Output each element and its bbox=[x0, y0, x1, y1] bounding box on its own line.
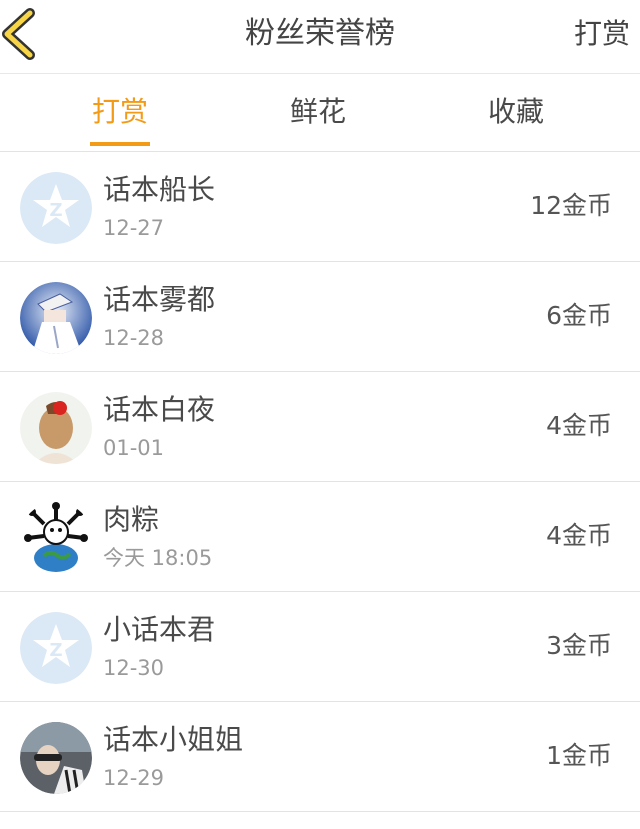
reward-button[interactable]: 打赏 bbox=[574, 16, 630, 52]
avatar: Z bbox=[20, 612, 92, 684]
fan-name: 话本雾都 bbox=[103, 283, 216, 316]
list-item[interactable]: Z 话本船长 12-27 12金币 bbox=[0, 152, 640, 262]
fan-name: 小话本君 bbox=[103, 613, 216, 646]
qq-placeholder-avatar-icon: Z bbox=[20, 172, 92, 244]
top-bar: 粉丝荣誉榜 打赏 bbox=[0, 0, 640, 74]
reward-date: 12-27 bbox=[103, 216, 165, 240]
avatar bbox=[20, 722, 92, 794]
anime-avatar-image bbox=[20, 282, 92, 354]
avatar bbox=[20, 392, 92, 464]
fan-name: 肉粽 bbox=[103, 503, 160, 536]
reward-amount: 4金币 bbox=[546, 521, 612, 550]
reward-amount: 4金币 bbox=[546, 411, 612, 440]
tab-reward[interactable]: 打赏 bbox=[60, 94, 180, 130]
fan-name: 话本小姐姐 bbox=[103, 723, 244, 756]
avatar: Z bbox=[20, 172, 92, 244]
qq-placeholder-avatar-icon: Z bbox=[20, 612, 92, 684]
tab-bar: 打赏 鲜花 收藏 bbox=[0, 74, 640, 152]
reward-date: 01-01 bbox=[103, 436, 165, 460]
reward-date: 12-28 bbox=[103, 326, 165, 350]
list-item[interactable]: Z 小话本君 12-30 3金币 bbox=[0, 592, 640, 702]
reward-amount: 3金币 bbox=[546, 631, 612, 660]
photo-avatar-image bbox=[20, 722, 92, 794]
avatar bbox=[20, 282, 92, 354]
reward-date: 今天 18:05 bbox=[103, 546, 213, 570]
reward-amount: 12金币 bbox=[530, 191, 612, 220]
reward-amount: 6金币 bbox=[546, 301, 612, 330]
active-tab-indicator bbox=[90, 142, 150, 146]
reward-amount: 1金币 bbox=[546, 741, 612, 770]
reward-date: 12-29 bbox=[103, 766, 165, 790]
fan-name: 话本船长 bbox=[103, 173, 216, 206]
fan-name: 话本白夜 bbox=[103, 393, 216, 426]
list-item[interactable]: 肉粽 今天 18:05 4金币 bbox=[0, 482, 640, 592]
svg-text:Z: Z bbox=[49, 200, 62, 221]
page-title: 粉丝荣誉榜 bbox=[245, 16, 395, 51]
svg-text:Z: Z bbox=[49, 640, 62, 661]
avatar bbox=[20, 502, 92, 574]
list-item[interactable]: 话本小姐姐 12-29 1金币 bbox=[0, 702, 640, 812]
list-item[interactable]: 话本雾都 12-28 6金币 bbox=[0, 262, 640, 372]
tab-flowers[interactable]: 鲜花 bbox=[258, 94, 378, 130]
fan-list: Z 话本船长 12-27 12金币 话本雾都 12-28 6金币 话本白夜 01… bbox=[0, 152, 640, 812]
list-item[interactable]: 话本白夜 01-01 4金币 bbox=[0, 372, 640, 482]
photo-avatar-image bbox=[20, 392, 92, 464]
cartoon-globe-avatar-image bbox=[20, 502, 92, 574]
tab-favorites[interactable]: 收藏 bbox=[456, 94, 576, 130]
reward-date: 12-30 bbox=[103, 656, 165, 680]
